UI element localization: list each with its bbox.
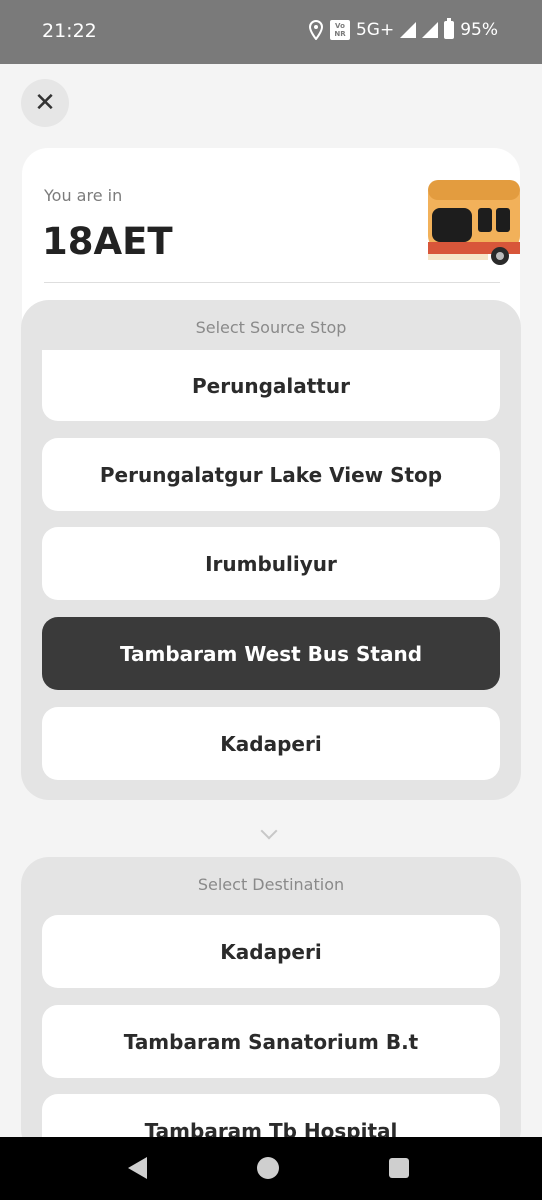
- volte-icon: Vo NR: [329, 20, 350, 40]
- system-nav-bar: [0, 1137, 542, 1200]
- source-stop-panel: Select Source Stop Perungalattur Perunga…: [21, 300, 521, 800]
- source-stop-item-selected[interactable]: Tambaram West Bus Stand: [42, 617, 500, 690]
- source-stop-item[interactable]: Perungalattur: [42, 350, 500, 421]
- source-stop-item[interactable]: Irumbuliyur: [42, 527, 500, 600]
- signal-icon: [400, 22, 417, 38]
- close-icon: ✕: [34, 88, 56, 118]
- location-icon: [308, 20, 324, 40]
- status-time: 21:22: [42, 20, 97, 42]
- signal-icon-2: [422, 22, 439, 38]
- battery-percent: 95%: [460, 20, 498, 40]
- destination-stop-item[interactable]: Kadaperi: [42, 915, 500, 988]
- source-stop-item[interactable]: Kadaperi: [42, 707, 500, 780]
- battery-icon: [444, 18, 455, 39]
- destination-stop-item[interactable]: Tambaram Sanatorium B.t: [42, 1005, 500, 1078]
- status-icons: Vo NR 5G+ 95%: [308, 18, 498, 40]
- network-type: 5G+: [355, 20, 395, 40]
- destination-title: Select Destination: [197, 875, 345, 894]
- source-stop-item[interactable]: Perungalatgur Lake View Stop: [42, 438, 500, 511]
- recent-apps-icon[interactable]: [389, 1158, 409, 1178]
- destination-panel: Select Destination Kadaperi Tambaram San…: [21, 857, 521, 1167]
- back-icon[interactable]: [128, 1157, 147, 1179]
- chevron-down-icon: [260, 822, 278, 840]
- route-number: 18AET: [42, 220, 173, 263]
- close-button[interactable]: ✕: [21, 79, 69, 127]
- home-icon[interactable]: [257, 1157, 279, 1179]
- bus-icon: [428, 180, 520, 265]
- source-title: Select Source Stop: [195, 318, 347, 337]
- card-divider: [44, 282, 500, 283]
- status-bar: 21:22 Vo NR 5G+ 95%: [0, 0, 542, 64]
- route-label: You are in: [44, 186, 123, 205]
